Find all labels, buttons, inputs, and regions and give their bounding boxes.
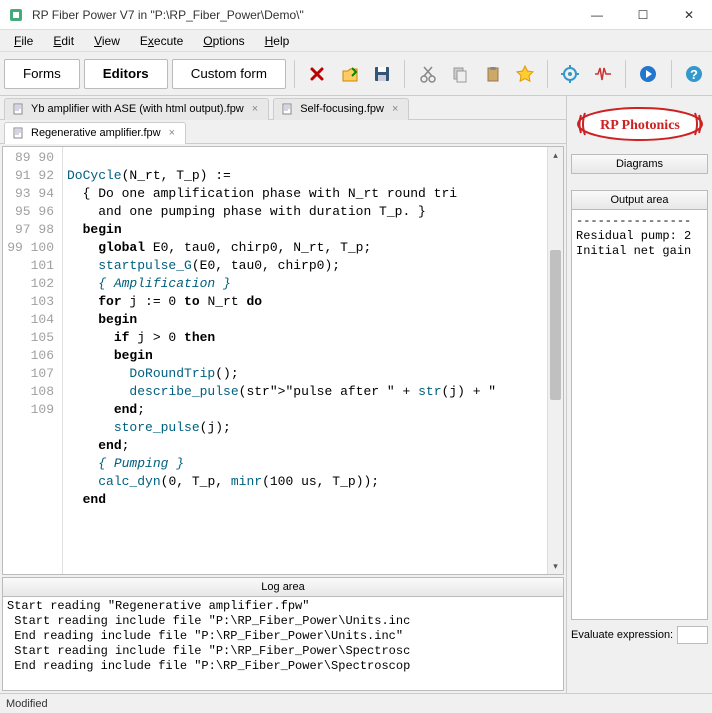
- open-icon[interactable]: [335, 59, 363, 89]
- statusbar: Modified: [0, 693, 712, 713]
- code-editor[interactable]: 89 90 91 92 93 94 95 96 97 98 99 100 101…: [2, 146, 564, 575]
- pulse-icon[interactable]: [589, 59, 617, 89]
- output-area-header: Output area: [571, 190, 708, 210]
- log-area-header: Log area: [2, 577, 564, 597]
- minimize-button[interactable]: —: [574, 0, 620, 30]
- menu-execute[interactable]: Execute: [130, 32, 193, 50]
- output-area-content[interactable]: ---------------- Residual pump: 2 Initia…: [571, 210, 708, 620]
- close-button[interactable]: ✕: [666, 0, 712, 30]
- copy-icon[interactable]: [446, 59, 474, 89]
- code-content[interactable]: DoCycle(N_rt, T_p) := { Do one amplifica…: [63, 147, 547, 574]
- log-content[interactable]: Start reading "Regenerative amplifier.fp…: [2, 597, 564, 691]
- svg-text:?: ?: [690, 67, 698, 82]
- menu-help[interactable]: Help: [255, 32, 300, 50]
- menu-edit[interactable]: Edit: [43, 32, 84, 50]
- tab-close-icon[interactable]: ×: [250, 103, 260, 115]
- paste-icon[interactable]: [478, 59, 506, 89]
- toolbar: Forms Editors Custom form ?: [0, 52, 712, 96]
- maximize-button[interactable]: ☐: [620, 0, 666, 30]
- evaluate-expression-input[interactable]: [677, 626, 708, 644]
- custom-form-button[interactable]: Custom form: [172, 59, 286, 89]
- toolbar-separator: [294, 60, 295, 88]
- cut-icon[interactable]: [413, 59, 441, 89]
- main-area: Yb amplifier with ASE (with html output)…: [0, 96, 712, 693]
- toolbar-separator: [547, 60, 548, 88]
- menu-file[interactable]: File: [4, 32, 43, 50]
- tab-label: Regenerative amplifier.fpw: [31, 127, 161, 139]
- titlebar: RP Fiber Power V7 in "P:\RP_Fiber_Power\…: [0, 0, 712, 30]
- delete-icon[interactable]: [303, 59, 331, 89]
- svg-text:RP Photonics: RP Photonics: [600, 118, 680, 133]
- document-icon: [13, 103, 25, 115]
- scroll-track[interactable]: [548, 163, 563, 558]
- document-icon: [13, 127, 25, 139]
- left-pane: Yb amplifier with ASE (with html output)…: [0, 96, 567, 693]
- star-icon[interactable]: [511, 59, 539, 89]
- diagrams-panel: Diagrams: [571, 154, 708, 174]
- right-pane: RP Photonics Diagrams Output area ------…: [567, 96, 712, 693]
- evaluate-expression-row: Evaluate expression:: [571, 626, 708, 644]
- diagrams-header[interactable]: Diagrams: [571, 154, 708, 174]
- save-icon[interactable]: [368, 59, 396, 89]
- line-number-gutter: 89 90 91 92 93 94 95 96 97 98 99 100 101…: [3, 147, 63, 574]
- scroll-up-icon[interactable]: ▴: [548, 147, 563, 163]
- window-title: RP Fiber Power V7 in "P:\RP_Fiber_Power\…: [32, 8, 574, 22]
- log-area: Log area Start reading "Regenerative amp…: [2, 577, 564, 691]
- tab-regenerative-amplifier[interactable]: Regenerative amplifier.fpw ×: [4, 122, 186, 144]
- output-area-panel: Output area ---------------- Residual pu…: [571, 190, 708, 620]
- tab-label: Self-focusing.fpw: [300, 103, 384, 115]
- status-modified: Modified: [6, 698, 58, 710]
- toolbar-separator: [671, 60, 672, 88]
- rp-photonics-logo: RP Photonics: [573, 102, 706, 146]
- forms-button[interactable]: Forms: [4, 59, 80, 89]
- window-controls: — ☐ ✕: [574, 0, 712, 30]
- evaluate-expression-label: Evaluate expression:: [571, 629, 673, 641]
- tab-yb-amplifier[interactable]: Yb amplifier with ASE (with html output)…: [4, 98, 269, 120]
- play-icon[interactable]: [634, 59, 662, 89]
- tab-close-icon[interactable]: ×: [390, 103, 400, 115]
- menu-options[interactable]: Options: [193, 32, 254, 50]
- toolbar-separator: [404, 60, 405, 88]
- menubar: File Edit View Execute Options Help: [0, 30, 712, 52]
- tab-close-icon[interactable]: ×: [167, 127, 177, 139]
- scroll-thumb[interactable]: [550, 250, 561, 400]
- scroll-down-icon[interactable]: ▾: [548, 558, 563, 574]
- help-icon[interactable]: ?: [680, 59, 708, 89]
- toolbar-separator: [625, 60, 626, 88]
- tab-row-2: Regenerative amplifier.fpw ×: [0, 120, 566, 144]
- menu-view[interactable]: View: [84, 32, 130, 50]
- editor-scrollbar[interactable]: ▴ ▾: [547, 147, 563, 574]
- app-icon: [8, 7, 24, 23]
- editors-button[interactable]: Editors: [84, 59, 168, 89]
- tab-row-1: Yb amplifier with ASE (with html output)…: [0, 96, 566, 120]
- gear-icon[interactable]: [556, 59, 584, 89]
- document-icon: [282, 103, 294, 115]
- tab-self-focusing[interactable]: Self-focusing.fpw ×: [273, 98, 409, 120]
- tab-label: Yb amplifier with ASE (with html output)…: [31, 103, 244, 115]
